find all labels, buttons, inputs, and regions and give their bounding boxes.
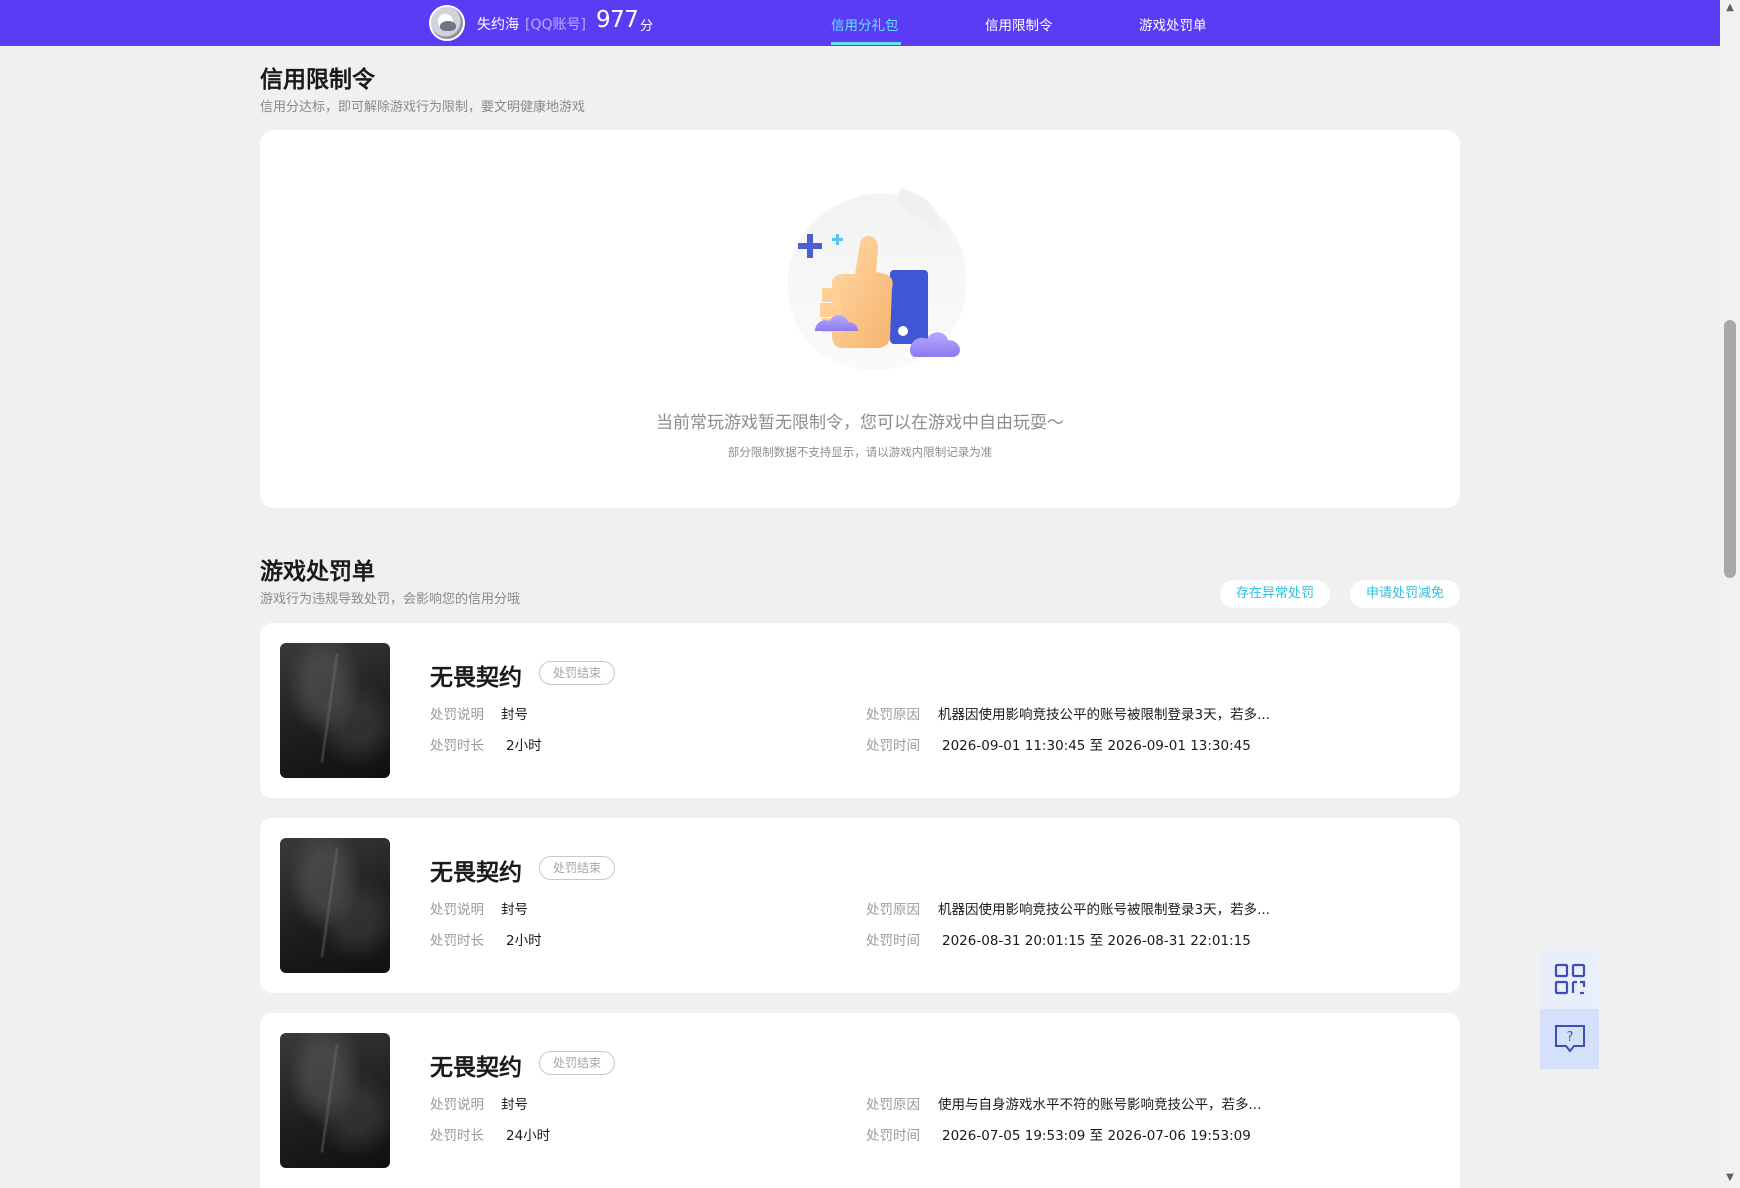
scrollbar-thumb[interactable] — [1724, 320, 1736, 578]
restriction-card: 当前常玩游戏暂无限制令，您可以在游戏中自由玩耍～ 部分限制数据不支持显示，请以游… — [260, 130, 1460, 508]
description-label: 处罚说明 — [430, 1097, 484, 1113]
tab-game-penalty[interactable]: 游戏处罚单 — [1139, 14, 1207, 34]
game-cover-image — [280, 1033, 390, 1168]
svg-text:?: ? — [1566, 1030, 1573, 1045]
time-label: 处罚时间 — [866, 738, 920, 754]
report-abnormal-penalty-button[interactable]: 存在异常处罚 — [1220, 580, 1330, 608]
description-label: 处罚说明 — [430, 707, 484, 723]
time-label: 处罚时间 — [866, 1128, 920, 1144]
penalty-card[interactable]: 无畏契约 处罚结束 处罚说明 封号 处罚时长 2小时 处罚原因 机器因使用影响竞… — [260, 623, 1460, 798]
time-value: 2026-09-01 11:30:45 至 2026-09-01 13:30:4… — [942, 738, 1251, 754]
penalty-title: 游戏处罚单 — [260, 559, 375, 585]
time-label: 处罚时间 — [866, 933, 920, 949]
qr-code-button[interactable] — [1540, 949, 1599, 1009]
game-cover-image — [280, 838, 390, 973]
duration-label: 处罚时长 — [430, 738, 484, 754]
apply-penalty-reduction-button[interactable]: 申请处罚减免 — [1350, 580, 1460, 608]
duration-label: 处罚时长 — [430, 933, 484, 949]
description-label: 处罚说明 — [430, 902, 484, 918]
reason-value: 机器因使用影响竞技公平的账号被限制登录3天，若多... — [938, 707, 1270, 723]
username: 失约海 — [477, 17, 519, 33]
game-cover-image — [280, 643, 390, 778]
active-tab-indicator — [831, 42, 901, 45]
qr-code-icon — [1554, 963, 1585, 995]
help-feedback-button[interactable]: ? — [1540, 1009, 1599, 1069]
tab-credit-gift[interactable]: 信用分礼包 — [831, 14, 899, 34]
page-scrollbar[interactable] — [1720, 0, 1740, 1188]
restriction-title: 信用限制令 — [260, 67, 375, 93]
description-value: 封号 — [501, 707, 528, 723]
game-name: 无畏契约 — [430, 860, 522, 886]
empty-state-note: 部分限制数据不支持显示，请以游戏内限制记录为准 — [727, 445, 993, 459]
scroll-up-arrow-icon[interactable]: ▲ — [1724, 2, 1736, 14]
time-value: 2026-07-05 19:53:09 至 2026-07-06 19:53:0… — [942, 1128, 1251, 1144]
time-value: 2026-08-31 20:01:15 至 2026-08-31 22:01:1… — [942, 933, 1251, 949]
help-feedback-icon: ? — [1554, 1025, 1585, 1053]
credit-score-unit: 分 — [640, 19, 654, 34]
tab-credit-restriction[interactable]: 信用限制令 — [985, 14, 1053, 34]
description-value: 封号 — [501, 902, 528, 918]
reason-value: 使用与自身游戏水平不符的账号影响竞技公平，若多... — [938, 1097, 1262, 1113]
duration-value: 2小时 — [506, 933, 542, 949]
status-badge: 处罚结束 — [539, 1051, 616, 1075]
status-badge: 处罚结束 — [539, 856, 616, 880]
credit-score: 977 — [596, 7, 639, 33]
empty-state-message: 当前常玩游戏暂无限制令，您可以在游戏中自由玩耍～ — [656, 413, 1064, 433]
thumbs-up-icon — [787, 188, 967, 371]
description-value: 封号 — [501, 1097, 528, 1113]
duration-value: 24小时 — [506, 1128, 551, 1144]
reason-label: 处罚原因 — [866, 707, 920, 723]
penalty-card[interactable]: 无畏契约 处罚结束 处罚说明 封号 处罚时长 2小时 处罚原因 机器因使用影响竞… — [260, 818, 1460, 993]
reason-label: 处罚原因 — [866, 902, 920, 918]
avatar[interactable] — [429, 5, 465, 41]
reason-value: 机器因使用影响竞技公平的账号被限制登录3天，若多... — [938, 902, 1270, 918]
account-type: [QQ账号] — [525, 17, 586, 33]
restriction-subtitle: 信用分达标，即可解除游戏行为限制，要文明健康地游戏 — [260, 100, 586, 115]
top-nav-bar: 失约海 [QQ账号] 977 分 信用分礼包 信用限制令 游戏处罚单 — [0, 0, 1720, 46]
scroll-down-arrow-icon[interactable]: ▼ — [1724, 1172, 1736, 1184]
status-badge: 处罚结束 — [539, 661, 616, 685]
duration-value: 2小时 — [506, 738, 542, 754]
game-name: 无畏契约 — [430, 665, 522, 691]
floating-side-tools: ? — [1540, 949, 1599, 1069]
reason-label: 处罚原因 — [866, 1097, 920, 1113]
penalty-card[interactable]: 无畏契约 处罚结束 处罚说明 封号 处罚时长 24小时 处罚原因 使用与自身游戏… — [260, 1013, 1460, 1188]
duration-label: 处罚时长 — [430, 1128, 484, 1144]
penalty-subtitle: 游戏行为违规导致处罚，会影响您的信用分哦 — [260, 592, 521, 607]
game-name: 无畏契约 — [430, 1055, 522, 1081]
